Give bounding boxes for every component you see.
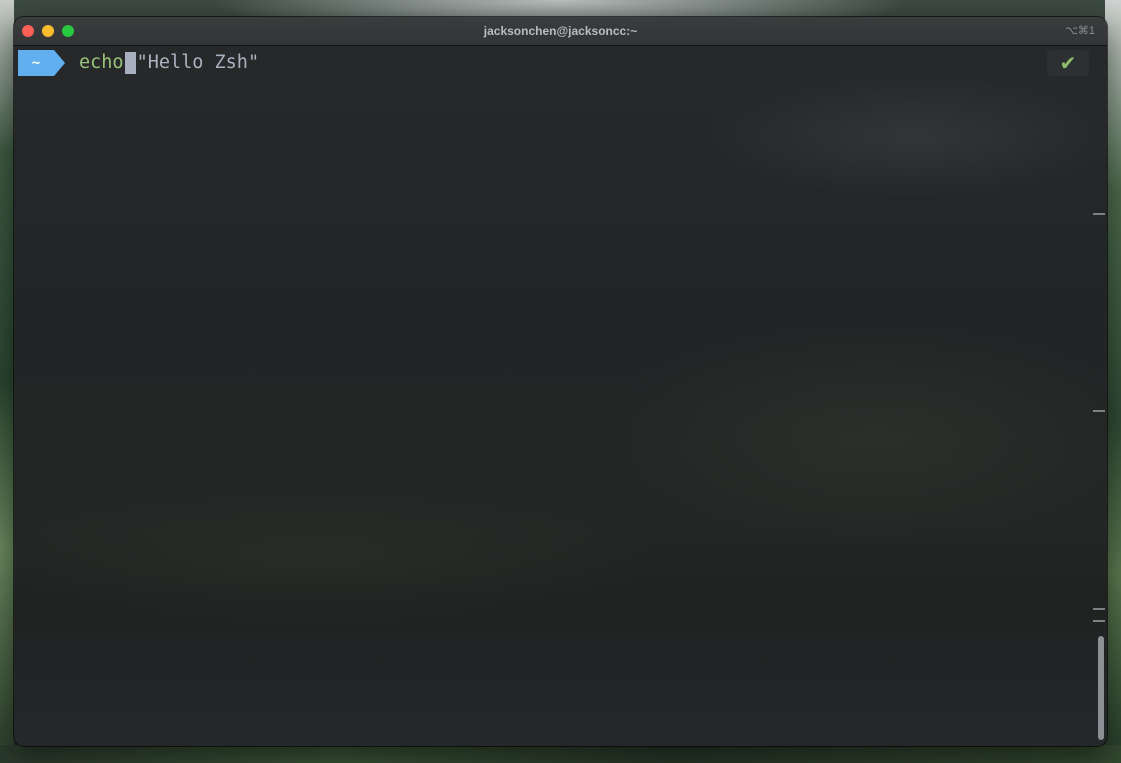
scroll-mark [1093,410,1105,412]
status-success-icon: ✔ [1047,50,1089,76]
command-name: echo [79,52,124,73]
desktop-wallpaper-left [0,0,14,763]
scroll-mark [1093,620,1105,622]
scrollbar[interactable] [1093,46,1107,746]
title-bar[interactable]: jacksonchen@jacksoncc:~ ⌥⌘1 [14,17,1107,46]
text-cursor [124,52,136,74]
powerline-arrow-icon [54,50,65,76]
window-shortcut: ⌥⌘1 [1065,25,1095,37]
window-title: jacksonchen@jacksoncc:~ [483,24,638,38]
directory-segment: ~ [18,50,54,76]
terminal-window: jacksonchen@jacksoncc:~ ⌥⌘1 ~ echo "Hello… [14,17,1107,746]
prompt-line: ~ echo "Hello Zsh" [18,50,259,76]
scroll-mark [1093,608,1105,610]
command-argument: "Hello Zsh" [136,52,260,73]
desktop-wallpaper-right [1105,0,1121,763]
scrollbar-thumb[interactable] [1098,636,1104,740]
scroll-mark [1093,213,1105,215]
desktop-wallpaper-bottom [0,745,1121,763]
command-input[interactable]: echo "Hello Zsh" [79,50,259,76]
terminal-content[interactable]: ~ echo "Hello Zsh" ✔ [14,46,1107,746]
